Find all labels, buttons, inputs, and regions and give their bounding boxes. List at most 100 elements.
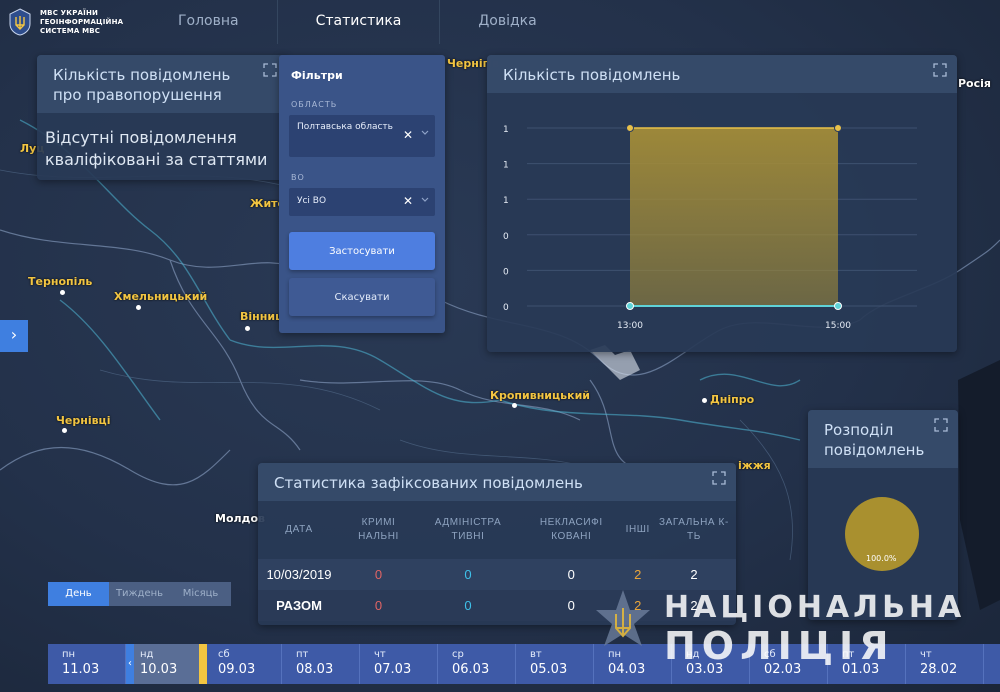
- count-panel: Кількість повідомлень 1 1 1 0 0 0 13:00 15:00: [487, 55, 957, 352]
- count-panel-title: Кількість повідомлень: [487, 55, 957, 93]
- baseline-point[interactable]: [834, 302, 842, 310]
- y-tick-label: 1: [503, 196, 509, 206]
- distribution-pie: [845, 497, 919, 571]
- timeline-day[interactable]: чт 07.03: [360, 644, 438, 684]
- cell-criminal: 0: [340, 559, 417, 590]
- city-dot: [136, 305, 141, 310]
- expand-icon[interactable]: [934, 418, 948, 432]
- data-point[interactable]: [626, 124, 634, 132]
- vo-label: ВО: [291, 173, 305, 182]
- col-date[interactable]: ДАТА: [258, 501, 340, 559]
- watermark-line1: НАЦІОНАЛЬНА: [664, 590, 966, 625]
- area-fill: [630, 128, 838, 306]
- filters-panel: Фільтри ОБЛАСТЬ Полтавська область ✕ ВО …: [279, 55, 445, 333]
- police-star-icon: [596, 590, 650, 646]
- y-tick-label: 0: [503, 232, 509, 242]
- timeline-date: 07.03: [374, 662, 412, 677]
- expand-icon[interactable]: [712, 471, 726, 485]
- expand-icon[interactable]: [263, 63, 277, 77]
- top-bar: МВС УКРАЇНИ ГЕОІНФОРМАЦІЙНА СИСТЕМА МВС …: [0, 0, 1000, 44]
- cell-criminal: 0: [340, 590, 417, 621]
- city-ternopil: Тернопіль: [28, 275, 93, 288]
- nav-statistics[interactable]: Статистика: [278, 0, 441, 44]
- timeline-day[interactable]: ‹ нд 10.03: [126, 644, 207, 684]
- timeline-weekday: ср: [452, 649, 464, 660]
- data-point[interactable]: [834, 124, 842, 132]
- col-unclassified[interactable]: НЕКЛАСИФІ КОВАНІ: [519, 501, 624, 559]
- timeline-date: 08.03: [296, 662, 334, 677]
- city-dot: [62, 428, 67, 433]
- expand-icon[interactable]: [933, 63, 947, 77]
- cell-date: 10/03/2019: [258, 559, 340, 590]
- cancel-button[interactable]: Скасувати: [289, 278, 435, 316]
- city-khmelnytskyi: Хмельницький: [114, 290, 208, 303]
- city-dot: [245, 326, 250, 331]
- timeline-day[interactable]: сб 09.03: [204, 644, 282, 684]
- period-week-button[interactable]: Тиждень: [109, 582, 170, 606]
- main-nav: Головна Статистика Довідка: [140, 0, 575, 44]
- country-russia: Росія: [958, 77, 991, 90]
- col-total[interactable]: ЗАГАЛЬНА К-ТЬ: [652, 501, 736, 559]
- cell-total-label: РАЗОМ: [258, 590, 340, 621]
- region-select[interactable]: Полтавська область ✕: [289, 115, 435, 157]
- expand-sidebar-button[interactable]: ›: [0, 320, 28, 352]
- cell-other: 2: [623, 559, 652, 590]
- clear-vo-icon[interactable]: ✕: [403, 194, 413, 208]
- pie-percent-label: 100.0%: [866, 554, 897, 563]
- timeline-date: 11.03: [62, 662, 100, 677]
- col-criminal[interactable]: КРИМІ НАЛЬНІ: [340, 501, 417, 559]
- period-day-button[interactable]: День: [48, 582, 109, 606]
- table-header-row: ДАТА КРИМІ НАЛЬНІ АДМІНІСТРА ТИВНІ НЕКЛА…: [258, 501, 736, 559]
- nav-help[interactable]: Довідка: [440, 0, 574, 44]
- y-tick-label: 1: [503, 161, 509, 171]
- logo-text: МВС УКРАЇНИ ГЕОІНФОРМАЦІЙНА СИСТЕМА МВС: [40, 8, 124, 35]
- period-month-button[interactable]: Місяць: [170, 582, 231, 606]
- timeline-day[interactable]: пн 11.03: [48, 644, 126, 684]
- nav-home[interactable]: Головна: [140, 0, 278, 44]
- city-dot: [60, 290, 65, 295]
- chevron-down-icon[interactable]: [421, 196, 429, 204]
- clear-region-icon[interactable]: ✕: [403, 128, 413, 142]
- timeline-weekday: пн: [62, 649, 76, 660]
- vo-value: Усі ВО: [297, 196, 327, 206]
- violations-panel-title: Кількість повідомлень про правопорушення: [37, 55, 287, 113]
- region-label: ОБЛАСТЬ: [291, 100, 338, 109]
- y-tick-label: 1: [503, 125, 509, 135]
- timeline-date: 05.03: [530, 662, 568, 677]
- city-chernivtsi: Чернівці: [56, 414, 111, 427]
- violations-empty-message: Відсутні повідомлення кваліфіковані за с…: [45, 128, 268, 169]
- timeline-weekday: нд: [140, 649, 154, 660]
- logo[interactable]: МВС УКРАЇНИ ГЕОІНФОРМАЦІЙНА СИСТЕМА МВС: [8, 8, 123, 36]
- trident-icon: [9, 8, 31, 36]
- baseline-point[interactable]: [626, 302, 634, 310]
- region-value: Полтавська область: [297, 122, 393, 132]
- timeline-weekday: чт: [374, 649, 386, 660]
- period-toggle: День Тиждень Місяць: [48, 582, 231, 606]
- timeline-date: 09.03: [218, 662, 256, 677]
- count-area-chart: 1 1 1 0 0 0 13:00 15:00: [503, 124, 917, 331]
- cell-total: 2: [651, 559, 736, 590]
- col-admin[interactable]: АДМІНІСТРА ТИВНІ: [417, 501, 519, 559]
- timeline-day[interactable]: пт 08.03: [282, 644, 360, 684]
- y-tick-label: 0: [503, 267, 509, 277]
- city-kropyvnytskyi: Кропивницький: [490, 389, 590, 402]
- chevron-down-icon[interactable]: [421, 129, 429, 137]
- timeline-day[interactable]: ср 06.03: [438, 644, 516, 684]
- x-tick-label: 13:00: [617, 321, 643, 331]
- cell-unclassified: 0: [519, 559, 624, 590]
- police-watermark: НАЦІОНАЛЬНА ПОЛІЦІЯ: [592, 588, 965, 666]
- city-dot: [512, 403, 517, 408]
- timeline-weekday: сб: [218, 649, 230, 660]
- table-row[interactable]: 10/03/2019 0 0 0 2 2: [258, 559, 736, 590]
- watermark-line2: ПОЛІЦІЯ: [664, 624, 895, 668]
- col-other[interactable]: ІНШІ: [624, 501, 652, 559]
- stats-panel-title: Статистика зафіксованих повідомлень: [258, 463, 736, 501]
- apply-button[interactable]: Застосувати: [289, 232, 435, 270]
- range-handle-left[interactable]: ‹: [126, 644, 134, 684]
- vo-select[interactable]: Усі ВО ✕: [289, 188, 435, 216]
- timeline-weekday: вт: [530, 649, 542, 660]
- city-dot: [702, 398, 707, 403]
- violations-panel: Кількість повідомлень про правопорушення…: [37, 55, 287, 180]
- timeline-day[interactable]: вт 05.03: [516, 644, 594, 684]
- cell-admin: 0: [417, 559, 520, 590]
